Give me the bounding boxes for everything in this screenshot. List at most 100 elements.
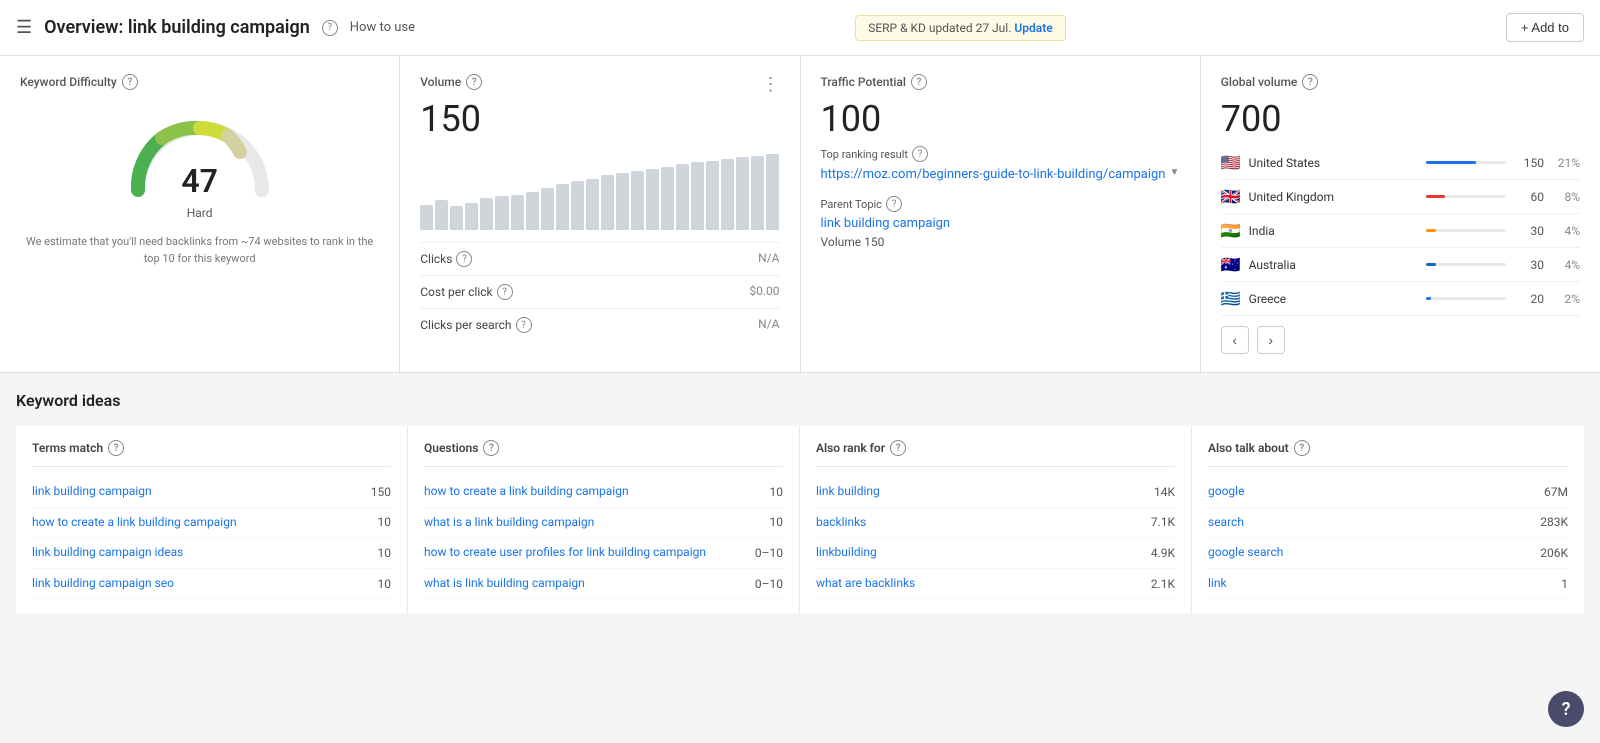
volume-header: Volume ? ⋮ (420, 74, 779, 98)
kd-value: 47 (181, 162, 218, 200)
country-pct: 4% (1552, 224, 1580, 238)
metric-label: Cost per click ? (420, 284, 512, 300)
metric-help-icon[interactable]: ? (516, 317, 532, 333)
bar (616, 173, 629, 230)
volume-label: Volume ? (420, 74, 482, 90)
kw-link[interactable]: link building campaign ideas (32, 545, 370, 561)
kw-val: 150 (371, 485, 391, 499)
next-arrow[interactable]: › (1257, 326, 1285, 354)
kw-row: what is a link building campaign 10 (424, 508, 783, 539)
country-name: United Kingdom (1249, 190, 1418, 204)
ideas-col-also_rank_for: Also rank for ? link building 14K backli… (800, 426, 1192, 613)
country-pct: 8% (1552, 190, 1580, 204)
questions-help-icon[interactable]: ? (483, 440, 499, 456)
cards-row: Keyword Difficulty ? 47 Hard We estimate… (0, 56, 1600, 373)
metric-help-icon[interactable]: ? (456, 251, 472, 267)
bar (736, 157, 749, 230)
volume-help-icon[interactable]: ? (466, 74, 482, 90)
kw-val: 14K (1154, 485, 1175, 499)
bar (465, 203, 478, 230)
also_rank_for-help-icon[interactable]: ? (890, 440, 906, 456)
bar (541, 188, 554, 230)
top-result-label: Top ranking result ? (821, 146, 1180, 162)
parent-topic-help-icon[interactable]: ? (886, 196, 902, 212)
volume-menu-icon[interactable]: ⋮ (762, 74, 780, 95)
country-bar-wrap (1426, 161, 1506, 164)
kw-link[interactable]: google (1208, 484, 1536, 500)
kw-row: link 1 (1208, 569, 1568, 600)
kw-row: how to create a link building campaign 1… (32, 508, 391, 539)
kw-link[interactable]: how to create a link building campaign (32, 515, 370, 531)
countries-list: 🇺🇸 United States 150 21% 🇬🇧 United Kingd… (1221, 146, 1580, 316)
country-bar-fill (1426, 229, 1436, 232)
bar (766, 154, 779, 230)
metric-help-icon[interactable]: ? (497, 284, 513, 300)
add-to-button[interactable]: + Add to (1506, 13, 1584, 42)
gv-label: Global volume ? (1221, 74, 1580, 90)
country-row: 🇮🇳 India 30 4% (1221, 214, 1580, 248)
how-to-use-link[interactable]: How to use (350, 20, 415, 35)
tp-value: 100 (821, 98, 1180, 140)
kd-sublabel: Hard (20, 206, 379, 220)
bar (751, 156, 764, 230)
country-bar-wrap (1426, 263, 1506, 266)
kw-link[interactable]: link building campaign (32, 484, 363, 500)
keyword-difficulty-card: Keyword Difficulty ? 47 Hard We estimate… (0, 56, 400, 372)
kw-row: backlinks 7.1K (816, 508, 1175, 539)
traffic-potential-card: Traffic Potential ? 100 Top ranking resu… (801, 56, 1201, 372)
country-bar-track (1426, 195, 1506, 198)
kw-link[interactable]: link building campaign seo (32, 576, 370, 592)
volume-card: Volume ? ⋮ 150 Clicks ?N/ACost per click… (400, 56, 800, 372)
prev-arrow[interactable]: ‹ (1221, 326, 1249, 354)
kd-help-icon[interactable]: ? (122, 74, 138, 90)
kw-link[interactable]: what are backlinks (816, 576, 1143, 592)
volume-metrics: Clicks ?N/ACost per click ?$0.00Clicks p… (420, 242, 779, 341)
kw-link[interactable]: linkbuilding (816, 545, 1143, 561)
help-bubble[interactable]: ? (1548, 691, 1584, 727)
metric-label: Clicks ? (420, 251, 472, 267)
tp-help-icon[interactable]: ? (911, 74, 927, 90)
col-header-also_rank_for: Also rank for ? (816, 440, 1175, 467)
kw-link[interactable]: link (1208, 576, 1553, 592)
also_talk_about-help-icon[interactable]: ? (1294, 440, 1310, 456)
kw-val: 0–10 (755, 577, 783, 591)
serp-update-link[interactable]: Update (1014, 21, 1052, 35)
country-vol: 20 (1514, 292, 1544, 306)
kw-row: google search 206K (1208, 538, 1568, 569)
country-vol: 60 (1514, 190, 1544, 204)
kw-link[interactable]: how to create user profiles for link bui… (424, 545, 747, 561)
kd-note: We estimate that you'll need backlinks f… (20, 234, 379, 267)
metric-value: N/A (758, 317, 779, 333)
title-help-icon[interactable]: ? (322, 20, 338, 36)
parent-topic-link[interactable]: link building campaign (821, 216, 1180, 231)
col-header-questions: Questions ? (424, 440, 783, 467)
bar (511, 195, 524, 230)
menu-icon[interactable]: ☰ (16, 17, 32, 38)
country-vol: 150 (1514, 156, 1544, 170)
country-name: India (1249, 224, 1418, 238)
gv-help-icon[interactable]: ? (1302, 74, 1318, 90)
kw-row: search 283K (1208, 508, 1568, 539)
top-result-help-icon[interactable]: ? (912, 146, 928, 162)
kw-link[interactable]: what is link building campaign (424, 576, 747, 592)
kw-link[interactable]: how to create a link building campaign (424, 484, 762, 500)
kw-link[interactable]: google search (1208, 545, 1532, 561)
tp-volume: Volume 150 (821, 235, 1180, 249)
country-vol: 30 (1514, 224, 1544, 238)
col-header-also_talk_about: Also talk about ? (1208, 440, 1568, 467)
tp-label: Traffic Potential ? (821, 74, 1180, 90)
terms_match-help-icon[interactable]: ? (108, 440, 124, 456)
volume-bar-chart (420, 150, 779, 230)
country-flag: 🇦🇺 (1221, 255, 1241, 274)
country-name: Australia (1249, 258, 1418, 272)
kw-link[interactable]: search (1208, 515, 1532, 531)
kw-row: linkbuilding 4.9K (816, 538, 1175, 569)
bar (631, 171, 644, 230)
kw-val: 10 (770, 485, 784, 499)
kw-link[interactable]: what is a link building campaign (424, 515, 762, 531)
bar (556, 184, 569, 230)
kw-link[interactable]: link building (816, 484, 1146, 500)
country-pct: 2% (1552, 292, 1580, 306)
top-result-link[interactable]: https://moz.com/beginners-guide-to-link-… (821, 166, 1180, 184)
kw-link[interactable]: backlinks (816, 515, 1143, 531)
